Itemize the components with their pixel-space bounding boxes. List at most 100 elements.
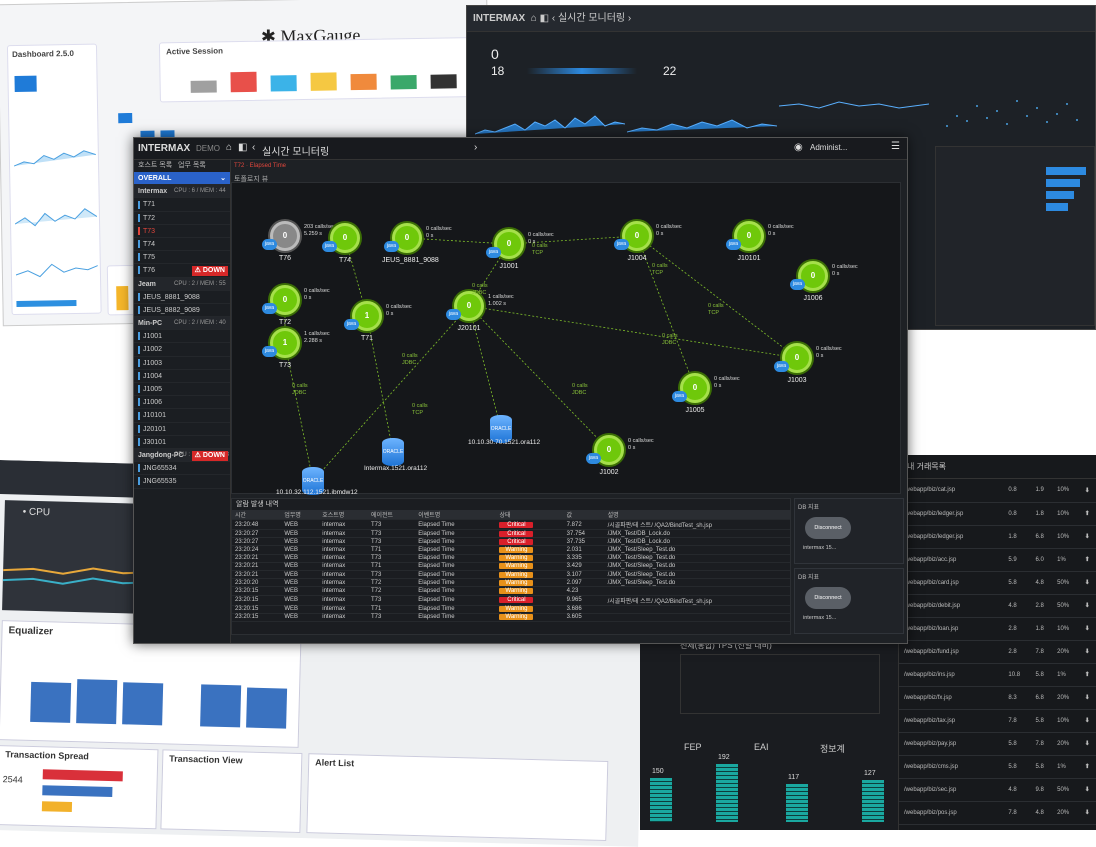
topology-node[interactable]: 0 java T76 203 calls/sec 5.259 s <box>262 221 336 262</box>
forward-icon[interactable]: › <box>474 142 477 153</box>
sidebar-agent-item[interactable]: T74 <box>134 238 230 252</box>
topology-node[interactable]: 0 java J1005 0 calls/sec 0 s <box>672 373 740 414</box>
sidebar-agent-item[interactable]: J30101 <box>134 436 230 449</box>
list-item[interactable]: /webapp/biz/pos.jsp 7.8 4.8 20% ⬇ <box>899 801 1096 825</box>
alarm-column-header[interactable]: 상태 <box>496 510 564 520</box>
sidebar-host-group[interactable]: Jangdong-PCCPU : 12 / MEM : 43⚠ DOWN <box>134 448 230 463</box>
alarm-level-badge: Warning <box>499 571 534 578</box>
alarm-row[interactable]: 23:20:20 WEB intermax T72 Elapsed Time Warnin… <box>232 578 790 588</box>
list-item[interactable]: /webapp/biz/tax.jsp 7.8 5.8 10% ⬇ <box>899 709 1096 733</box>
topology-node[interactable]: 0 java J10101 0 calls/sec 0 s <box>726 221 794 262</box>
list-item[interactable]: /webapp/biz/acc.jsp 5.9 6.0 1% ⬆ <box>899 548 1096 572</box>
topology-node[interactable]: 0 java JEUS_8881_9088 0 calls/sec 0 s <box>382 223 452 264</box>
node-call-info: 0 calls/sec 0 s <box>714 376 740 389</box>
database-icon[interactable]: ORACLE <box>382 438 404 466</box>
sidebar-agent-item[interactable]: T75 <box>134 251 230 265</box>
list-cell: 6.0 <box>1030 548 1053 572</box>
sidebar-agent-item[interactable]: T72 <box>134 212 230 225</box>
menu-icon[interactable]: ☰ <box>891 141 900 152</box>
maxgauge-mini-chart-1 <box>13 150 97 167</box>
alarm-cell: WEB <box>281 537 320 547</box>
alarm-row[interactable]: 23:20:15 WEB intermax T73 Elapsed Time Critic… <box>232 595 790 606</box>
alarm-row[interactable]: 23:20:27 WEB intermax T73 Elapsed Time Critic… <box>232 537 790 547</box>
list-item[interactable]: /webapp/biz/pay.jsp 5.8 7.8 20% ⬇ <box>899 732 1096 756</box>
sidebar-agent-item[interactable]: J1001 <box>134 330 230 344</box>
alarm-column-header[interactable]: 설명 <box>604 510 790 520</box>
alarm-row[interactable]: 23:20:15 WEB intermax T73 Elapsed Time Warnin… <box>232 613 790 622</box>
agent-status-marker <box>138 411 140 420</box>
sidebar-agent-item[interactable]: JEUS_8882_9089 <box>134 304 230 318</box>
arrow-down-icon: ⬇ <box>1079 594 1096 618</box>
topology-node[interactable]: 0 java J1002 0 calls/sec 0 s <box>586 435 654 476</box>
sidebar-host-group[interactable]: Min-PC CPU : 2 / MEM : 40 <box>134 317 230 331</box>
sidebar-agent-item[interactable]: J10101 <box>134 409 230 423</box>
alarm-column-header[interactable] <box>486 510 497 520</box>
sidebar-agent-item[interactable]: JNG65535 <box>134 475 230 489</box>
alarm-row[interactable]: 23:20:21 WEB intermax T71 Elapsed Time Warnin… <box>232 562 790 571</box>
alarm-row[interactable]: 23:20:24 WEB intermax T71 Elapsed Time Warnin… <box>232 545 790 555</box>
fep-label: FEP <box>684 742 702 752</box>
list-item[interactable]: /webapp/biz/card.jsp 5.8 4.8 50% ⬇ <box>899 571 1096 595</box>
alarm-row[interactable]: 23:20:21 WEB intermax T73 Elapsed Time Warnin… <box>232 570 790 580</box>
list-item[interactable]: /webapp/biz/fx.jsp 8.3 6.8 20% ⬇ <box>899 686 1096 710</box>
home-icon[interactable]: ⌂ <box>226 142 232 153</box>
topology-node[interactable]: 1 java T73 1 calls/sec 2.288 s <box>262 328 330 369</box>
list-item[interactable]: /webapp/biz/fund.jsp 2.8 7.8 20% ⬇ <box>899 640 1096 664</box>
alarm-column-header[interactable]: 이벤트명 <box>415 510 487 520</box>
alarm-column-header[interactable]: 호스트명 <box>319 510 368 520</box>
topology-node[interactable]: 0 java T72 0 calls/sec 0 s <box>262 285 330 326</box>
user-name[interactable]: Administ... <box>810 143 847 152</box>
list-item[interactable]: /webapp/biz/cat.jsp 0.8 1.9 10% ⬇ <box>899 479 1096 503</box>
topology-node[interactable]: 0 java T74 <box>322 223 360 264</box>
list-item[interactable]: /webapp/biz/ins.jsp 10.8 5.8 1% ⬆ <box>899 663 1096 687</box>
topology-view[interactable]: 0 java T76 203 calls/sec 5.259 s 0 java T74 0 ja… <box>231 182 901 496</box>
list-item[interactable]: /webapp/biz/loan.jsp 2.8 1.8 10% ⬇ <box>899 617 1096 641</box>
topology-node[interactable]: 0 java J1003 0 calls/sec 0 s <box>774 343 842 384</box>
sidebar-agent-item[interactable]: J1002 <box>134 343 230 357</box>
maxgauge-active-session-card: Active Session <box>158 36 480 103</box>
sidebar-agent-item[interactable]: J1006 <box>134 396 230 410</box>
list-item[interactable]: /webapp/biz/ledger.jsp 0.8 1.8 10% ⬆ <box>899 502 1096 526</box>
bookmark-icon[interactable]: ◧ <box>238 142 247 153</box>
tps-bar-value: 192 <box>718 754 730 761</box>
sidebar-host-group[interactable]: Jeam CPU : 2 / MEM : 55 <box>134 277 230 291</box>
list-item[interactable]: /webapp/biz/sec.jsp 4.8 9.8 50% ⬇ <box>899 778 1096 802</box>
sidebar-agent-item[interactable]: T71 <box>134 198 230 212</box>
alarm-cell: 23:20:48 <box>232 519 282 530</box>
sidebar-host-group[interactable]: Intermax CPU : 6 / MEM : 44 <box>134 185 230 199</box>
sidebar-agent-item[interactable]: T76 ⚠ DOWN <box>134 264 230 278</box>
alarm-column-header[interactable]: 시간 <box>232 510 282 520</box>
sidebar-agent-item[interactable]: J1004 <box>134 370 230 383</box>
topology-edge <box>468 305 798 359</box>
sidebar-agent-item[interactable]: JEUS_8881_9088 <box>134 291 230 304</box>
alarm-column-header[interactable]: 에이전트 <box>367 510 416 520</box>
alarm-row[interactable]: 23:20:21 WEB intermax T73 Elapsed Time Warnin… <box>232 554 790 563</box>
user-icon[interactable]: ◉ <box>794 142 803 153</box>
list-item[interactable]: /webapp/biz/bond.jsp7.85.810%⬇ <box>899 824 1096 830</box>
topology-node[interactable]: 1 java T71 0 calls/sec 0 s <box>344 301 412 342</box>
tab-host-list[interactable]: 호스트 목록 <box>138 162 172 169</box>
bottom-right-tps-window: 전체(통합) TPS (전일 대비) FEP EAI 정보계 150 192 1… <box>640 630 910 830</box>
alarm-column-header[interactable]: 업무명 <box>281 510 320 520</box>
overall-item[interactable]: OVERALL ⌄ <box>134 172 230 186</box>
sidebar-agent-item[interactable]: J1005 <box>134 383 230 397</box>
alarm-row[interactable]: 23:20:27 WEB intermax T73 Elapsed Time Critic… <box>232 529 790 539</box>
back-icon[interactable]: ‹ <box>252 142 255 153</box>
sidebar-agent-item[interactable]: J20101 <box>134 423 230 436</box>
topology-node[interactable]: 0 java J1006 0 calls/sec 0 s <box>790 261 858 302</box>
alarm-row[interactable]: 23:20:15 WEB intermax T71 Elapsed Time Warnin… <box>232 605 790 614</box>
alarm-level-badge: Warning <box>499 579 534 586</box>
topology-node[interactable]: 0 java J1001 0 calls/sec 0 s <box>486 229 554 270</box>
list-item[interactable]: /webapp/biz/cms.jsp 5.8 5.8 1% ⬆ <box>899 755 1096 779</box>
alarm-row[interactable]: 23:20:15 WEB intermax T72 Elapsed Time Warnin… <box>232 586 790 596</box>
sidebar-agent-item[interactable]: J1003 <box>134 357 230 370</box>
list-item[interactable]: /webapp/biz/ledger.jsp 1.8 6.8 10% ⬇ <box>899 525 1096 549</box>
alarm-row[interactable]: 23:20:48 WEB intermax T73 Elapsed Time Critic… <box>232 519 790 530</box>
sidebar-agent-item[interactable]: JNG65534 <box>134 462 230 476</box>
topology-node[interactable]: 0 java J1004 0 calls/sec 0 s <box>614 221 682 262</box>
tab-business-list[interactable]: 업무 목록 <box>178 162 206 169</box>
list-item[interactable]: /webapp/biz/debit.jsp 4.8 2.8 50% ⬇ <box>899 594 1096 618</box>
list-cell: 1% <box>1052 755 1080 779</box>
alarm-column-header[interactable]: 값 <box>563 510 605 520</box>
sidebar-agent-item[interactable]: T73 <box>134 225 230 238</box>
